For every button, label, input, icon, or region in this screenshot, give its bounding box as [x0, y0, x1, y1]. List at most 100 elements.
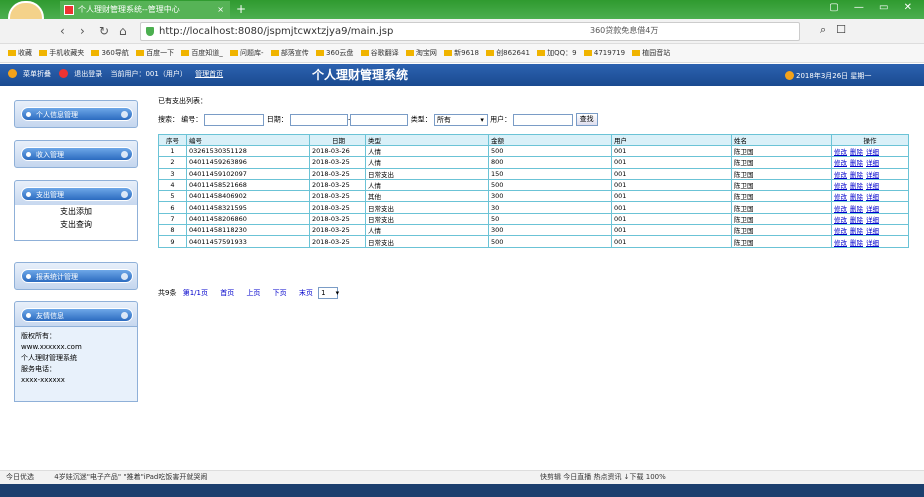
bookmark-item[interactable]: 收藏 — [8, 44, 32, 63]
sidebar-menu-report[interactable]: 报表统计管理 — [14, 262, 138, 290]
date-start-input[interactable] — [289, 113, 348, 126]
table-cell: 2018-03-25 — [309, 156, 366, 169]
bookmark-item[interactable]: 百度一下 — [136, 44, 174, 63]
sidebar-menu-label[interactable]: 个人信息管理 — [21, 107, 133, 121]
user-input[interactable] — [513, 113, 574, 126]
detail-link[interactable]: 详细 — [866, 182, 879, 190]
table-cell: 2018-03-26 — [309, 144, 366, 158]
type-select[interactable]: 所有 ▾ — [433, 113, 488, 126]
bookmark-item[interactable]: 4719719 — [583, 44, 625, 63]
pager-last-link[interactable]: 末页 — [299, 289, 313, 297]
url-ad-text[interactable]: 360贷款免息借4万 — [590, 25, 658, 36]
detail-link[interactable]: 详细 — [866, 227, 879, 235]
edit-link[interactable]: 修改 — [834, 227, 847, 235]
sidebar-menu-expense[interactable]: 支出管理 — [14, 180, 138, 208]
edit-link[interactable]: 修改 — [834, 171, 847, 179]
detail-link[interactable]: 详细 — [866, 159, 879, 167]
date-end-input[interactable] — [350, 113, 409, 126]
tab-close-icon[interactable]: × — [217, 1, 224, 19]
today-picks-link[interactable]: 今日优选 — [6, 473, 34, 481]
pager-next-link[interactable]: 下页 — [273, 289, 287, 297]
number-input[interactable] — [204, 113, 265, 126]
table-cell: 50 — [488, 212, 612, 226]
sidebar-menu-personal[interactable]: 个人信息管理 — [14, 100, 138, 128]
bookmark-item[interactable]: 新9618 — [444, 44, 479, 63]
bookmark-item[interactable]: 植园音站 — [632, 44, 670, 63]
window-controls[interactable]: ▢ — ▭ ✕ — [829, 2, 918, 13]
delete-link[interactable]: 删除 — [850, 182, 863, 190]
bookmark-item[interactable]: 360云盘 — [316, 44, 353, 63]
forward-icon[interactable]: › — [80, 23, 85, 39]
table-row: 5 04011458406902 2018-03-25 其他 300 001 陈卫国 修改 删除… — [158, 190, 909, 203]
detail-link[interactable]: 详细 — [866, 216, 879, 224]
back-icon[interactable]: ‹ — [60, 23, 65, 39]
info-line: 版权所有： — [21, 332, 56, 340]
bookmark-item[interactable]: 创862641 — [486, 44, 530, 63]
table-cell: 001 — [611, 201, 732, 214]
search-button[interactable]: 查找 — [575, 113, 598, 126]
sidebar-menu-label[interactable]: 报表统计管理 — [21, 269, 133, 283]
table-cell: 2018-03-25 — [309, 167, 366, 180]
table-cell: 人情 — [365, 178, 489, 192]
edit-link[interactable]: 修改 — [834, 159, 847, 167]
admin-home-link[interactable]: 管理首页 — [195, 70, 223, 78]
delete-link[interactable]: 删除 — [850, 216, 863, 224]
edit-link[interactable]: 修改 — [834, 205, 847, 213]
bookmark-item[interactable]: 问题库- — [230, 44, 264, 63]
delete-link[interactable]: 删除 — [850, 193, 863, 201]
edit-link[interactable]: 修改 — [834, 216, 847, 224]
table-cell: 陈卫国 — [731, 144, 832, 158]
bookmark-item[interactable]: 谷歌翻译 — [360, 44, 399, 63]
edit-link[interactable]: 修改 — [834, 148, 847, 156]
detail-link[interactable]: 详细 — [866, 193, 879, 201]
page-select[interactable]: 1 ▾ — [318, 287, 339, 299]
pager-prev-link[interactable]: 上页 — [246, 289, 260, 297]
submenu-add-expense[interactable]: 支出添加 — [15, 205, 137, 218]
delete-link[interactable]: 删除 — [850, 148, 863, 156]
sidebar-menu-income[interactable]: 收入管理 — [14, 140, 138, 168]
row-actions: 修改 删除 详细 — [831, 178, 909, 192]
detail-link[interactable]: 详细 — [866, 239, 879, 247]
table-cell: 9 — [158, 235, 187, 248]
edit-link[interactable]: 修改 — [834, 182, 847, 190]
delete-link[interactable]: 删除 — [850, 159, 863, 167]
sidebar-menu-label[interactable]: 收入管理 — [21, 147, 133, 161]
delete-link[interactable]: 删除 — [850, 227, 863, 235]
edit-link[interactable]: 修改 — [834, 193, 847, 201]
logout-link[interactable]: 退出登录 — [74, 70, 102, 78]
delete-link[interactable]: 删除 — [850, 239, 863, 247]
bookmark-item[interactable]: 360导航 — [91, 44, 129, 63]
bookmark-item[interactable]: 百度知道_ — [181, 44, 223, 63]
bookmark-item[interactable]: 淘宝网 — [405, 44, 437, 63]
bookmark-item[interactable]: 加QQ：9 — [537, 44, 577, 63]
table-cell: 001 — [611, 190, 732, 203]
status-right-tools[interactable]: 快剪辑 今日直播 热点资讯 ↓下载 100% — [540, 471, 666, 484]
info-box: 版权所有： www.xxxxxx.com 个人理财管理系统 服务电话： xxxx… — [14, 326, 138, 402]
detail-link[interactable]: 详细 — [866, 171, 879, 179]
table-row: 9 04011457591933 2018-03-25 日常支出 500 001 陈卫国 修改… — [158, 235, 909, 248]
table-cell: 500 — [488, 235, 612, 248]
submenu-query-expense[interactable]: 支出查询 — [15, 218, 137, 231]
sidebar-menu-label[interactable]: 友情信息 — [21, 308, 133, 322]
reload-icon[interactable]: ↻ — [99, 23, 109, 39]
news-ticker[interactable]: 4岁娃沉迷"电子产品" "推着"iPad吃饭害开就哭闹 — [54, 473, 207, 481]
new-tab-button[interactable]: + — [236, 1, 246, 17]
detail-link[interactable]: 详细 — [866, 205, 879, 213]
sidebar-menu-label[interactable]: 支出管理 — [21, 187, 133, 201]
detail-link[interactable]: 详细 — [866, 148, 879, 156]
collapse-menu-link[interactable]: 菜单折叠 — [23, 70, 51, 78]
delete-link[interactable]: 删除 — [850, 171, 863, 179]
edit-link[interactable]: 修改 — [834, 239, 847, 247]
info-line: www.xxxxxx.com — [21, 343, 82, 351]
bookmark-item[interactable]: 部落宣传 — [270, 44, 309, 63]
browser-tab[interactable]: 个人理财管理系统--管理中心 × — [60, 1, 230, 19]
delete-link[interactable]: 删除 — [850, 205, 863, 213]
home-icon[interactable]: ⌂ — [119, 23, 127, 39]
toolbar-icons[interactable]: ⌕☐ — [820, 23, 856, 37]
pager-first-link[interactable]: 首页 — [220, 289, 234, 297]
info-line: 服务电话： — [21, 365, 56, 373]
bookmark-item[interactable]: 手机收藏夹 — [39, 44, 84, 63]
sidebar-menu-friendly-info[interactable]: 友情信息 — [14, 301, 138, 329]
url-input[interactable]: http://localhost:8080/jspmjtcwxtzjya9/ma… — [140, 22, 800, 41]
pager-total: 共9条 — [158, 289, 177, 297]
